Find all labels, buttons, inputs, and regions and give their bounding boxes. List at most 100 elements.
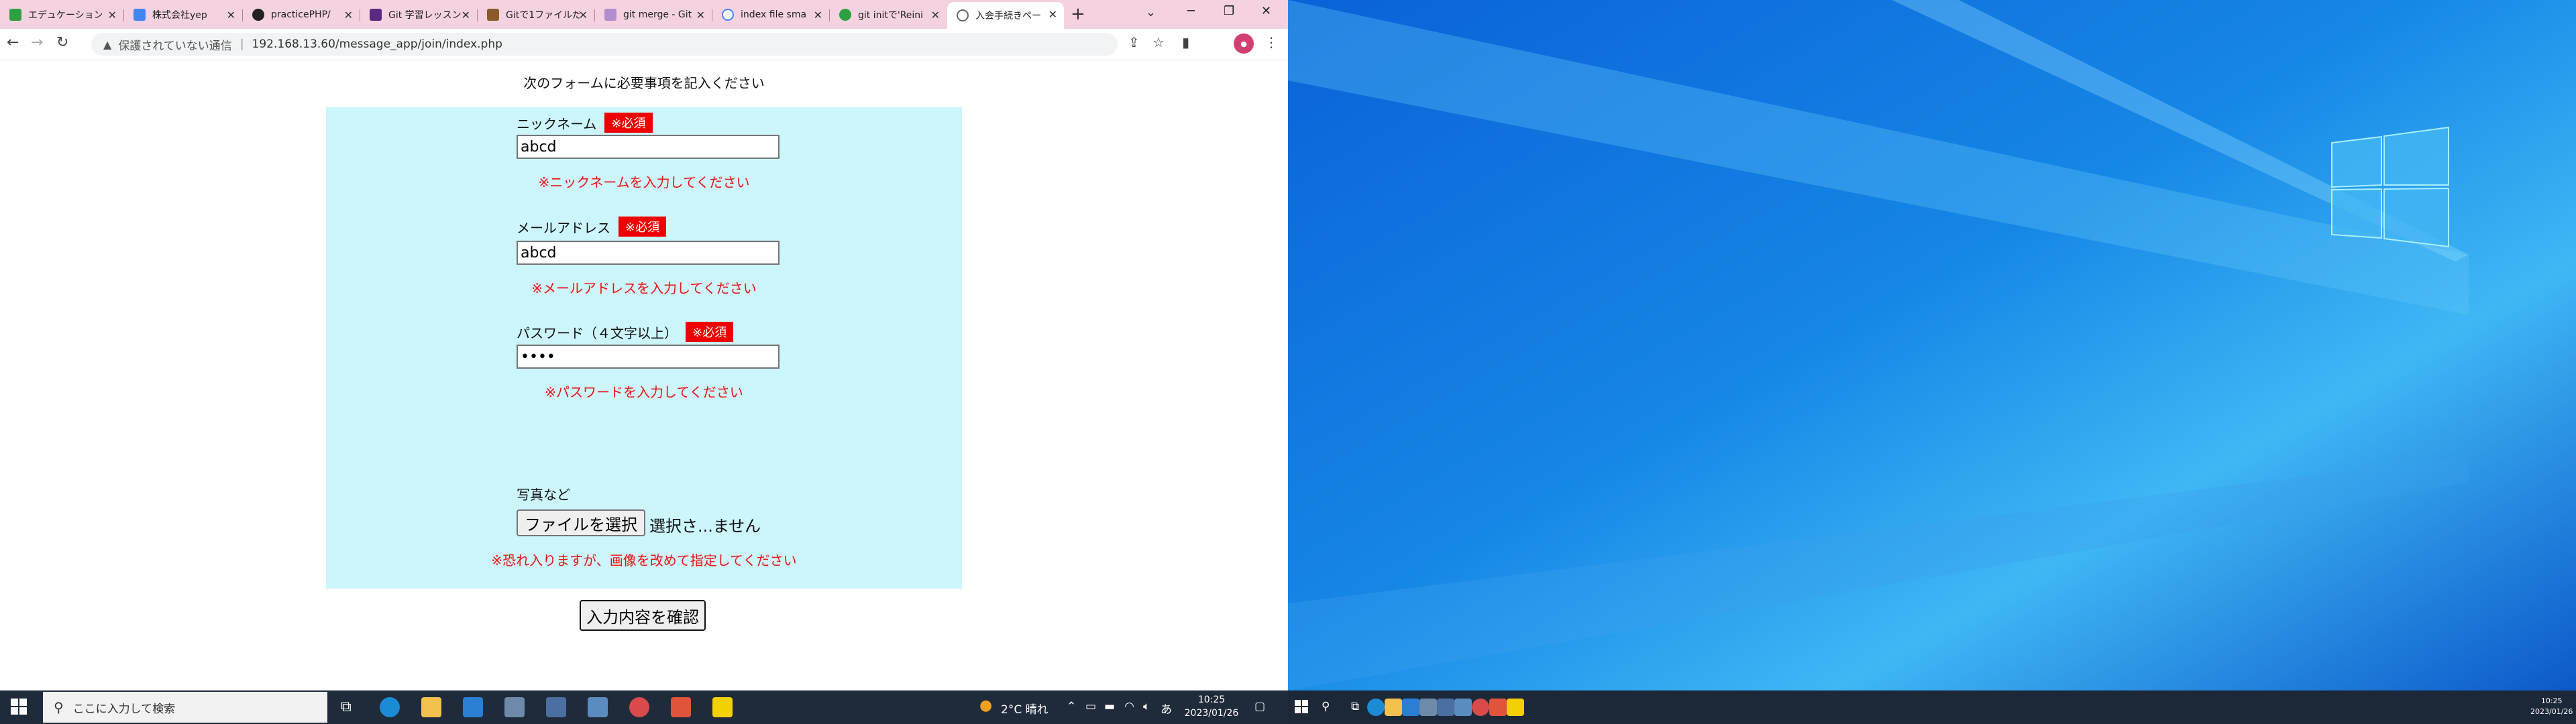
profile-avatar[interactable]: ● <box>1234 34 1254 54</box>
edge-icon[interactable] <box>1367 699 1385 716</box>
join-form: ニックネーム ※必須 ※ニックネームを入力してください メールアドレス ※必須 … <box>326 107 962 631</box>
task-view-icon[interactable]: ⧉ <box>1351 700 1359 713</box>
forward-icon[interactable]: → <box>31 34 43 51</box>
chevron-down-icon[interactable]: ⌄ <box>1146 5 1156 19</box>
email-label: メールアドレス <box>517 219 610 236</box>
required-badge: ※必須 <box>619 217 667 237</box>
close-icon[interactable]: ✕ <box>344 9 353 21</box>
tray-icon[interactable]: ▭ <box>1085 700 1096 713</box>
clock-secondary[interactable]: 10:25 2023/01/26 <box>2530 696 2573 717</box>
tab-strip: エデュケーション ✕ 株式会社yep ✕ practicePHP/ ✕ Git … <box>0 0 1288 29</box>
tab-8[interactable]: git initで'Reini ✕ <box>830 3 947 27</box>
edge-icon[interactable] <box>380 697 400 717</box>
nickname-label-row: ニックネーム ※必須 <box>517 113 653 133</box>
search-icon[interactable]: ⚲ <box>1322 700 1330 713</box>
app-icon[interactable] <box>1489 699 1507 716</box>
close-icon[interactable]: ✕ <box>579 9 588 21</box>
close-icon[interactable]: ✕ <box>108 9 117 21</box>
nickname-label: ニックネーム <box>517 115 597 132</box>
back-icon[interactable]: ← <box>7 34 19 51</box>
clock-time: 10:25 <box>1197 695 1226 705</box>
tab-4[interactable]: Git 学習レッスン ✕ <box>360 3 477 27</box>
tab-label: git initで'Reini <box>858 10 924 21</box>
new-tab-icon[interactable]: + <box>1071 4 1085 24</box>
close-icon[interactable]: ✕ <box>696 9 705 21</box>
virtualbox-icon[interactable] <box>1419 699 1437 716</box>
file-explorer-icon[interactable] <box>421 697 441 717</box>
nickname-input[interactable] <box>517 135 780 159</box>
virtualbox-icon[interactable] <box>504 697 525 717</box>
left-monitor: エデュケーション ✕ 株式会社yep ✕ practicePHP/ ✕ Git … <box>0 0 1288 724</box>
taskbar-search[interactable]: ⚲ ここに入力して検索 <box>43 692 327 723</box>
vscode-icon[interactable] <box>463 697 483 717</box>
close-window-icon[interactable]: ✕ <box>1261 4 1271 18</box>
tab-1[interactable]: エデュケーション ✕ <box>0 3 123 27</box>
tab-label: Gitで1ファイルだ <box>506 10 580 21</box>
chrome-icon[interactable] <box>1472 699 1489 716</box>
chrome-icon[interactable] <box>629 697 649 717</box>
email-input[interactable] <box>517 241 780 265</box>
tab-5[interactable]: Gitで1ファイルだ ✕ <box>478 3 594 27</box>
ime-indicator[interactable]: あ <box>1161 700 1172 717</box>
minimize-icon[interactable]: ─ <box>1187 4 1195 18</box>
chevron-up-icon[interactable]: ⌃ <box>1067 700 1076 713</box>
close-icon[interactable]: ✕ <box>814 9 822 21</box>
sticky-notes-icon[interactable] <box>1507 699 1524 716</box>
share-icon[interactable]: ⇪ <box>1128 34 1140 50</box>
tab-favicon <box>487 9 499 21</box>
close-icon[interactable]: ✕ <box>227 9 235 21</box>
vscode-icon[interactable] <box>1402 699 1419 716</box>
form-intro: 次のフォームに必要事項を記入ください <box>523 75 765 91</box>
weather-icon: ● <box>979 697 993 714</box>
address-bar[interactable]: ▲ 保護されていない通信 | 192.168.13.60/message_app… <box>91 33 1118 56</box>
security-status: 保護されていない通信 <box>118 39 232 53</box>
tab-9-active[interactable]: 入会手続きペー ✕ <box>947 2 1064 29</box>
close-icon[interactable]: ✕ <box>462 9 470 21</box>
windows-start-icon[interactable] <box>1295 700 1308 713</box>
sticky-notes-icon[interactable] <box>712 697 733 717</box>
tab-3[interactable]: practicePHP/ ✕ <box>243 3 360 27</box>
reload-icon[interactable]: ↻ <box>56 34 68 51</box>
tab-label: practicePHP/ <box>271 9 331 20</box>
tab-label: 株式会社yep <box>152 10 207 21</box>
windows-start-icon[interactable] <box>11 699 27 715</box>
password-input[interactable] <box>517 345 780 369</box>
warning-icon[interactable]: ▲ <box>103 38 111 51</box>
web-page: 次のフォームに必要事項を記入ください ニックネーム ※必須 ※ニックネームを入力… <box>0 60 1288 690</box>
weather-text[interactable]: 2°C 晴れ <box>1001 700 1049 717</box>
tab-6[interactable]: git merge - Git ✕ <box>595 3 712 27</box>
tab-label: index file sma <box>741 9 807 20</box>
windows-logo-wallpaper <box>1288 0 2469 690</box>
required-badge: ※必須 <box>604 113 653 133</box>
restore-icon[interactable]: ❐ <box>1224 4 1234 18</box>
app-icon[interactable] <box>546 697 566 717</box>
notification-icon[interactable]: ▢ <box>1254 700 1265 713</box>
close-icon[interactable]: ✕ <box>1049 8 1057 21</box>
app-icon[interactable] <box>588 697 608 717</box>
globe-icon <box>957 9 969 21</box>
confirm-button[interactable]: 入力内容を確認 <box>580 600 706 631</box>
app-icon[interactable] <box>1454 699 1472 716</box>
menu-kebab-icon[interactable]: ⋮ <box>1265 34 1278 50</box>
choose-file-button[interactable]: ファイルを選択 <box>517 509 645 536</box>
tab-label: エデュケーション <box>28 10 102 21</box>
tab-favicon <box>839 9 851 21</box>
task-view-icon[interactable]: ⧉ <box>341 699 352 715</box>
tab-2[interactable]: 株式会社yep ✕ <box>124 3 242 27</box>
photo-error: ※恐れ入りますが、画像を改めて指定してください <box>491 552 797 568</box>
file-explorer-icon[interactable] <box>1385 699 1402 716</box>
side-panel-icon[interactable]: ▮ <box>1182 34 1189 50</box>
clock-date: 2023/01/26 <box>2530 707 2573 716</box>
battery-icon[interactable]: ▬ <box>1104 700 1115 713</box>
clock[interactable]: 10:25 2023/01/26 <box>1179 693 1244 720</box>
bookmark-star-icon[interactable]: ☆ <box>1152 34 1165 50</box>
tab-7[interactable]: index file sma ✕ <box>712 3 829 27</box>
volume-icon[interactable]: 🔈︎ <box>1143 700 1150 713</box>
close-icon[interactable]: ✕ <box>931 9 940 21</box>
url-text[interactable]: 192.168.13.60/message_app/join/index.php <box>252 38 502 51</box>
app-icon[interactable] <box>671 697 691 717</box>
wifi-icon[interactable]: ◠ <box>1124 700 1134 713</box>
required-badge: ※必須 <box>686 322 734 342</box>
app-icon[interactable] <box>1437 699 1454 716</box>
tab-favicon <box>604 9 616 21</box>
